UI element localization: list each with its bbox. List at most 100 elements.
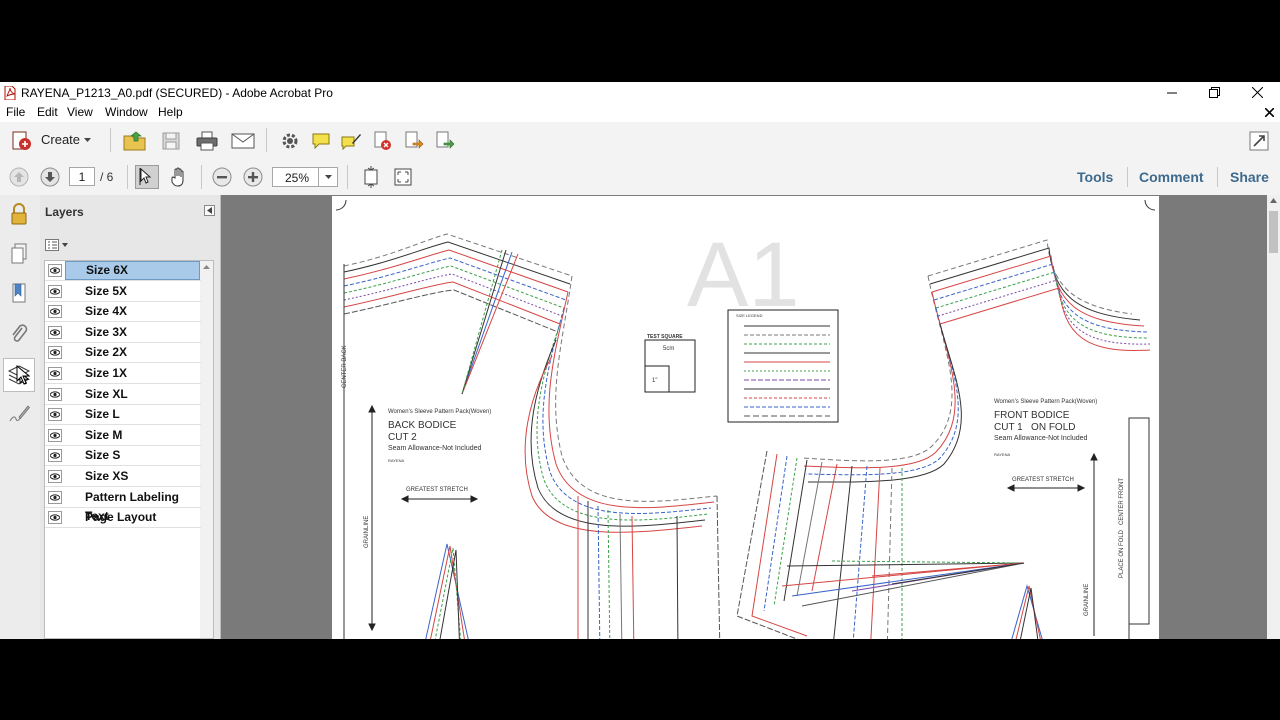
layer-row-size-4x[interactable]: Size 4X (45, 302, 201, 323)
document-view[interactable]: A1 TEST SQUARE 5cm 1" SIZE LEGEND Women'… (221, 195, 1267, 639)
back-seam-label: Seam Allowance-Not Included (388, 445, 482, 452)
chevron-up-icon[interactable] (1270, 198, 1277, 203)
menu-edit[interactable]: Edit (37, 105, 58, 119)
layer-row-size-2x[interactable]: Size 2X (45, 343, 201, 364)
attachments-button[interactable] (6, 321, 32, 347)
layer-row-size-m[interactable]: Size M (45, 426, 201, 446)
zoom-out-button[interactable] (211, 166, 233, 188)
hand-tool-button[interactable] (167, 165, 191, 189)
close-window-button[interactable] (1237, 82, 1277, 103)
collapse-panel-button[interactable] (204, 205, 215, 216)
page-number-input[interactable]: 1 (69, 167, 95, 186)
menu-bar: File Edit View Window Help (0, 103, 1280, 122)
create-button[interactable]: Create (41, 132, 80, 147)
page-thumbnails-button[interactable] (6, 241, 32, 267)
navigation-pane-strip (0, 195, 41, 639)
share-link[interactable]: Share (1230, 169, 1269, 185)
back-pack-label: Women's Sleeve Pattern Pack(Woven) (388, 409, 492, 415)
eye-icon[interactable] (48, 346, 62, 360)
layer-label[interactable]: Pattern Labeling Text (65, 488, 201, 523)
eye-icon[interactable] (48, 490, 62, 504)
layer-label[interactable]: Size XS (65, 467, 201, 486)
eye-icon[interactable] (48, 325, 62, 339)
eye-icon[interactable] (48, 387, 62, 401)
layer-row-size-xl[interactable]: Size XL (45, 385, 201, 405)
minimize-icon (1167, 92, 1177, 93)
page-total: / 6 (100, 170, 114, 184)
tools-link[interactable]: Tools (1077, 169, 1113, 185)
menu-file[interactable]: File (6, 105, 25, 119)
restore-button[interactable] (1194, 82, 1234, 103)
options-menu-icon (45, 239, 68, 251)
chevron-down-icon[interactable] (318, 168, 337, 186)
close-document-button[interactable] (1264, 105, 1275, 120)
layer-label[interactable]: Size 5X (65, 282, 201, 301)
settings-button[interactable] (279, 130, 301, 152)
security-button[interactable] (6, 201, 32, 227)
scrollbar-thumb[interactable] (1269, 211, 1278, 253)
open-button[interactable] (123, 130, 147, 152)
layer-label[interactable]: Size S (65, 446, 201, 465)
document-scrollbar[interactable] (1267, 195, 1280, 639)
layer-row-size-s[interactable]: Size S (45, 446, 201, 467)
comment-link[interactable]: Comment (1139, 169, 1204, 185)
layers-scrollbar[interactable] (200, 261, 213, 638)
eye-icon[interactable] (48, 367, 62, 380)
menu-window[interactable]: Window (105, 105, 148, 119)
save-button[interactable] (160, 130, 182, 152)
layer-row-size-l[interactable]: Size L (45, 405, 201, 426)
eye-icon[interactable] (48, 428, 62, 442)
layers-tree: Size 6X Size 5X Size 4X Size 3X Size 2X Size … (44, 260, 214, 639)
layer-row-page-layout[interactable]: Page Layout (45, 508, 201, 529)
eye-icon[interactable] (48, 511, 62, 525)
layer-label[interactable]: Size M (65, 426, 201, 445)
delete-button[interactable] (372, 130, 394, 152)
menu-help[interactable]: Help (158, 105, 183, 119)
layer-row-size-5x[interactable]: Size 5X (45, 282, 201, 302)
bookmarks-button[interactable] (6, 281, 32, 307)
create-icon[interactable] (10, 131, 34, 151)
layer-label[interactable]: Size 4X (65, 302, 201, 321)
layer-row-size-1x[interactable]: Size 1X (45, 364, 201, 384)
eye-icon[interactable] (48, 470, 62, 483)
add-comment-button[interactable] (310, 130, 332, 152)
export-button[interactable] (403, 130, 425, 152)
print-button[interactable] (195, 130, 219, 152)
previous-page-button[interactable] (8, 166, 30, 188)
eye-icon[interactable] (48, 408, 62, 422)
menu-view[interactable]: View (67, 105, 93, 119)
title-bar: RAYENA_P1213_A0.pdf (SECURED) - Adobe Ac… (0, 82, 1280, 103)
layer-label[interactable]: Size 6X (65, 261, 200, 280)
back-code-label: RAYENA (388, 458, 405, 463)
layer-row-size-6x[interactable]: Size 6X (45, 261, 201, 281)
layers-panel: Layers Size 6X Size 5X Size 4X Size 3X Size … (40, 195, 221, 639)
select-tool-button[interactable] (135, 165, 159, 189)
next-page-button[interactable] (39, 166, 61, 188)
layer-label[interactable]: Size 1X (65, 364, 201, 383)
zoom-level-select[interactable]: 25% (272, 167, 338, 187)
eye-icon[interactable] (48, 284, 62, 298)
layer-row-pattern-labeling-text[interactable]: Pattern Labeling Text (45, 488, 201, 523)
layer-row-size-xs[interactable]: Size XS (45, 467, 201, 487)
highlight-button[interactable] (340, 130, 362, 152)
eye-icon[interactable] (48, 449, 62, 463)
sign-button[interactable] (434, 130, 456, 152)
layer-label[interactable]: Size 3X (65, 323, 201, 342)
eye-icon[interactable] (48, 264, 62, 277)
save-icon (162, 132, 180, 150)
layer-label[interactable]: Size XL (65, 385, 201, 404)
layer-label[interactable]: Page Layout (65, 508, 201, 527)
fit-width-button[interactable] (391, 165, 415, 189)
layer-row-size-3x[interactable]: Size 3X (45, 323, 201, 343)
signatures-button[interactable] (6, 401, 32, 427)
email-button[interactable] (230, 130, 256, 152)
eye-icon[interactable] (48, 305, 62, 319)
layer-label[interactable]: Size L (65, 405, 201, 424)
zoom-in-button[interactable] (242, 166, 264, 188)
fit-page-button[interactable] (359, 165, 383, 189)
minimize-button[interactable] (1152, 82, 1192, 103)
plus-circle-icon (243, 167, 263, 187)
layer-label[interactable]: Size 2X (65, 343, 201, 362)
expand-view-button[interactable] (1248, 130, 1270, 152)
layers-options-button[interactable] (45, 239, 71, 254)
